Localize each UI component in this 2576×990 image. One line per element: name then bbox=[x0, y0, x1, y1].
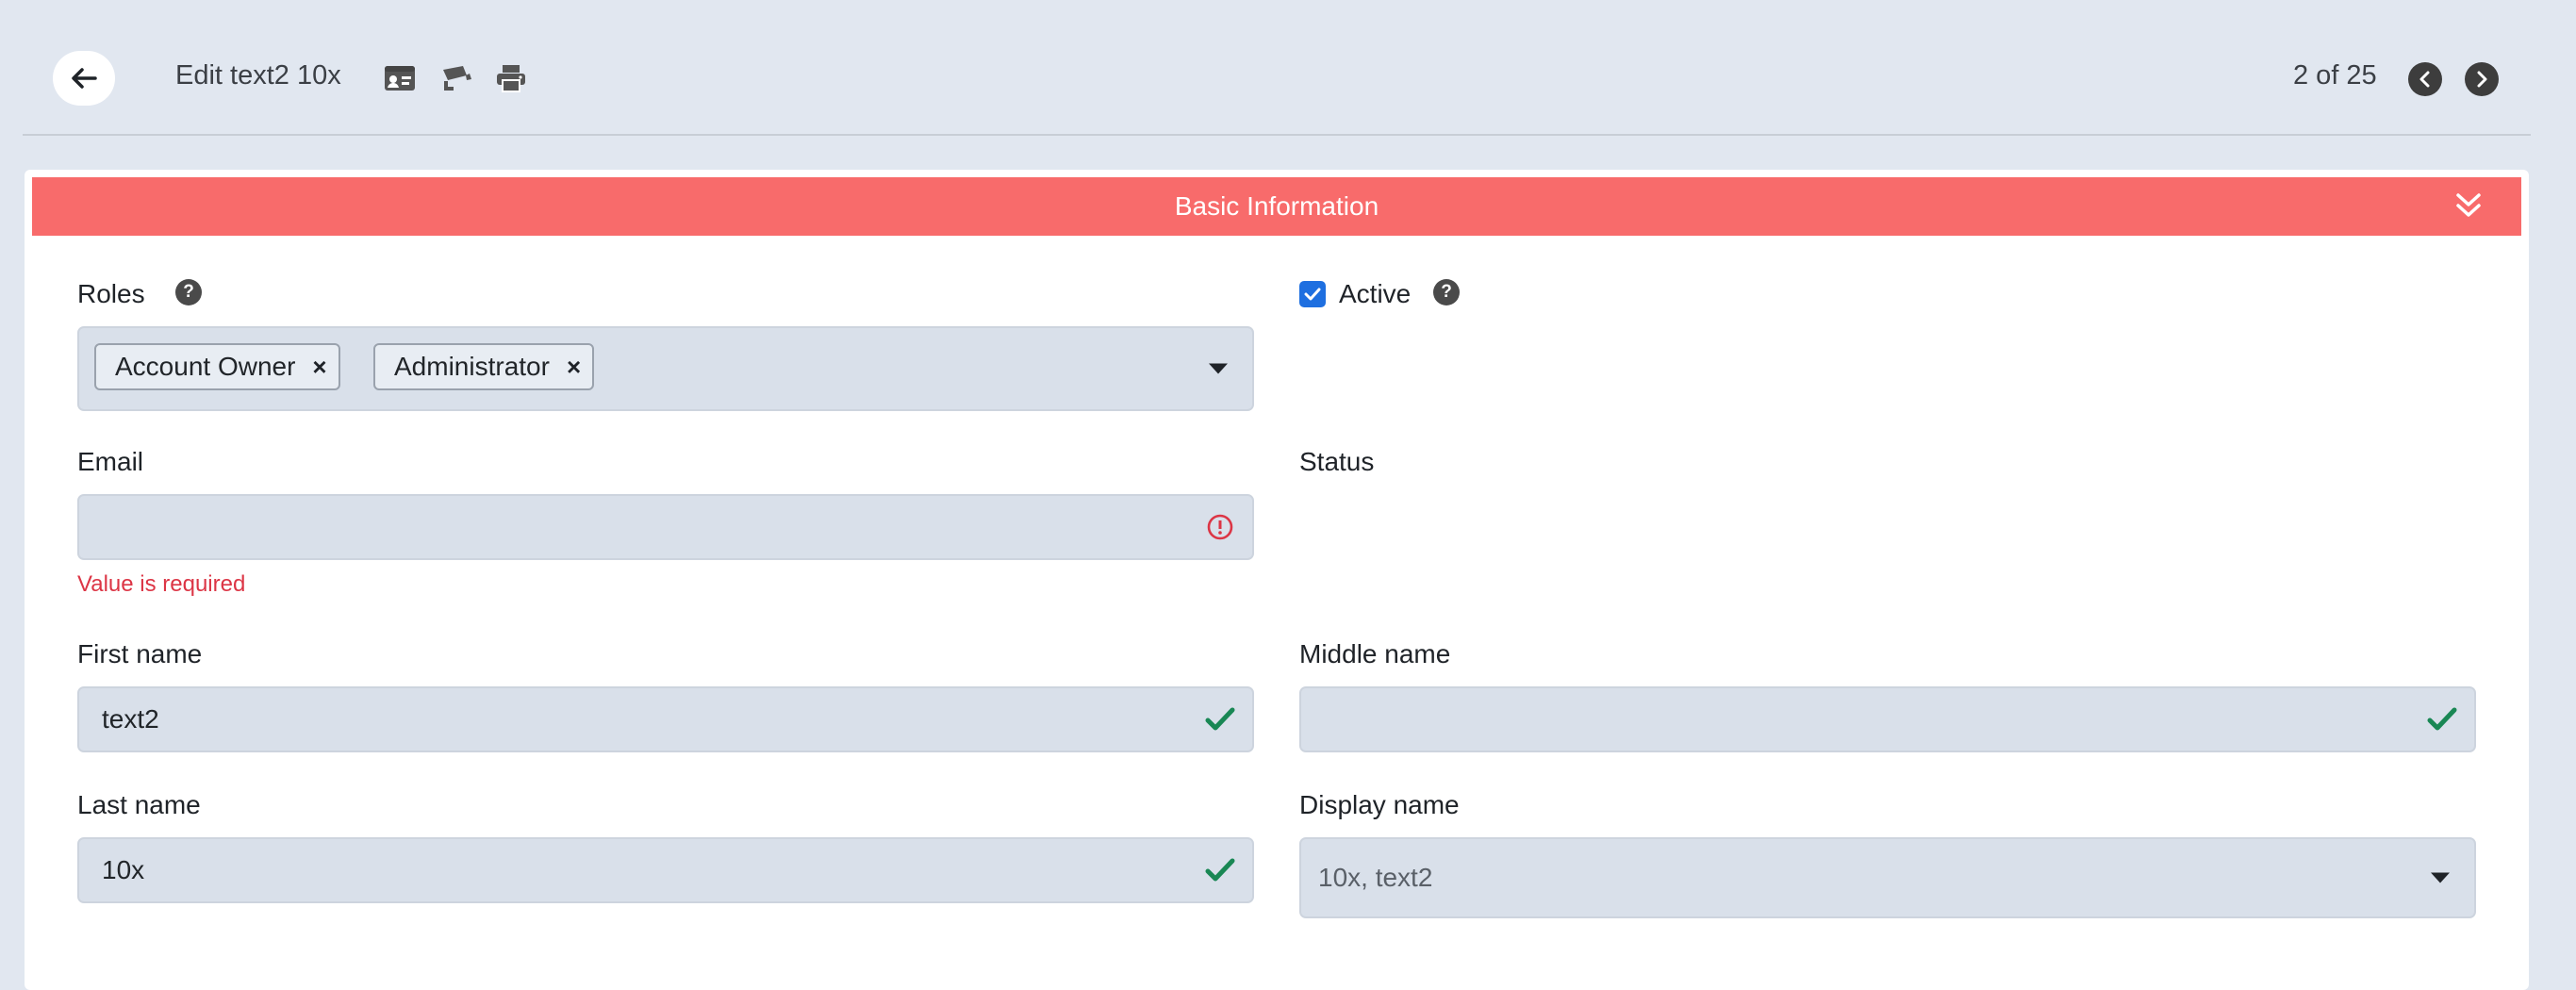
valid-check-icon bbox=[1203, 853, 1237, 887]
email-label: Email bbox=[77, 447, 144, 476]
page-title: Edit text2 10x bbox=[175, 60, 341, 91]
role-tag: Account Owner × bbox=[94, 343, 340, 390]
last-name-value: 10x bbox=[102, 855, 145, 884]
back-button[interactable] bbox=[53, 51, 115, 106]
active-label: Active bbox=[1339, 279, 1412, 308]
chevron-right-icon bbox=[2477, 71, 2487, 88]
print-icon[interactable] bbox=[494, 61, 528, 95]
valid-check-icon bbox=[1203, 702, 1237, 736]
pager-text: 2 of 25 bbox=[2293, 60, 2377, 91]
status-label: Status bbox=[1299, 447, 1375, 476]
id-card-icon[interactable] bbox=[383, 61, 417, 95]
roles-label: Roles bbox=[77, 279, 145, 308]
last-name-field[interactable]: 10x bbox=[77, 837, 1254, 903]
last-name-label: Last name bbox=[77, 790, 201, 819]
video-camera-icon[interactable] bbox=[439, 61, 473, 95]
previous-record-button[interactable] bbox=[2408, 62, 2442, 96]
caret-down-icon[interactable] bbox=[2431, 872, 2450, 883]
section-header[interactable]: Basic Information bbox=[32, 177, 2521, 236]
display-name-select[interactable]: 10x, text2 bbox=[1299, 837, 2476, 918]
roles-help-icon[interactable]: ? bbox=[175, 279, 202, 305]
section-title: Basic Information bbox=[1174, 191, 1379, 221]
caret-down-icon[interactable] bbox=[1209, 363, 1228, 374]
email-field[interactable] bbox=[77, 494, 1254, 560]
middle-name-label: Middle name bbox=[1299, 639, 1451, 668]
middle-name-field[interactable] bbox=[1299, 686, 2476, 752]
role-tag-label: Account Owner bbox=[115, 352, 296, 381]
check-icon bbox=[1304, 288, 1321, 301]
error-icon bbox=[1203, 510, 1237, 544]
role-tag-label: Administrator bbox=[394, 352, 550, 381]
remove-tag-icon[interactable]: × bbox=[567, 353, 581, 382]
active-help-icon[interactable]: ? bbox=[1433, 279, 1460, 305]
first-name-value: text2 bbox=[102, 704, 159, 734]
next-record-button[interactable] bbox=[2465, 62, 2499, 96]
active-checkbox[interactable] bbox=[1299, 281, 1326, 307]
arrow-left-icon bbox=[72, 68, 97, 89]
valid-check-icon bbox=[2425, 702, 2459, 736]
basic-information-card: Basic Information Roles ? Account Owner … bbox=[25, 170, 2529, 990]
first-name-field[interactable]: text2 bbox=[77, 686, 1254, 752]
roles-select[interactable]: Account Owner × Administrator × bbox=[77, 326, 1254, 411]
display-name-value: 10x, text2 bbox=[1318, 863, 1433, 892]
top-bar: Edit text2 10x 2 of 25 bbox=[23, 38, 2531, 136]
role-tag: Administrator × bbox=[373, 343, 595, 390]
double-chevron-down-icon[interactable] bbox=[2452, 189, 2485, 223]
first-name-label: First name bbox=[77, 639, 203, 668]
remove-tag-icon[interactable]: × bbox=[312, 353, 326, 382]
display-name-label: Display name bbox=[1299, 790, 1460, 819]
email-error-message: Value is required bbox=[77, 571, 246, 597]
chevron-left-icon bbox=[2419, 71, 2430, 88]
